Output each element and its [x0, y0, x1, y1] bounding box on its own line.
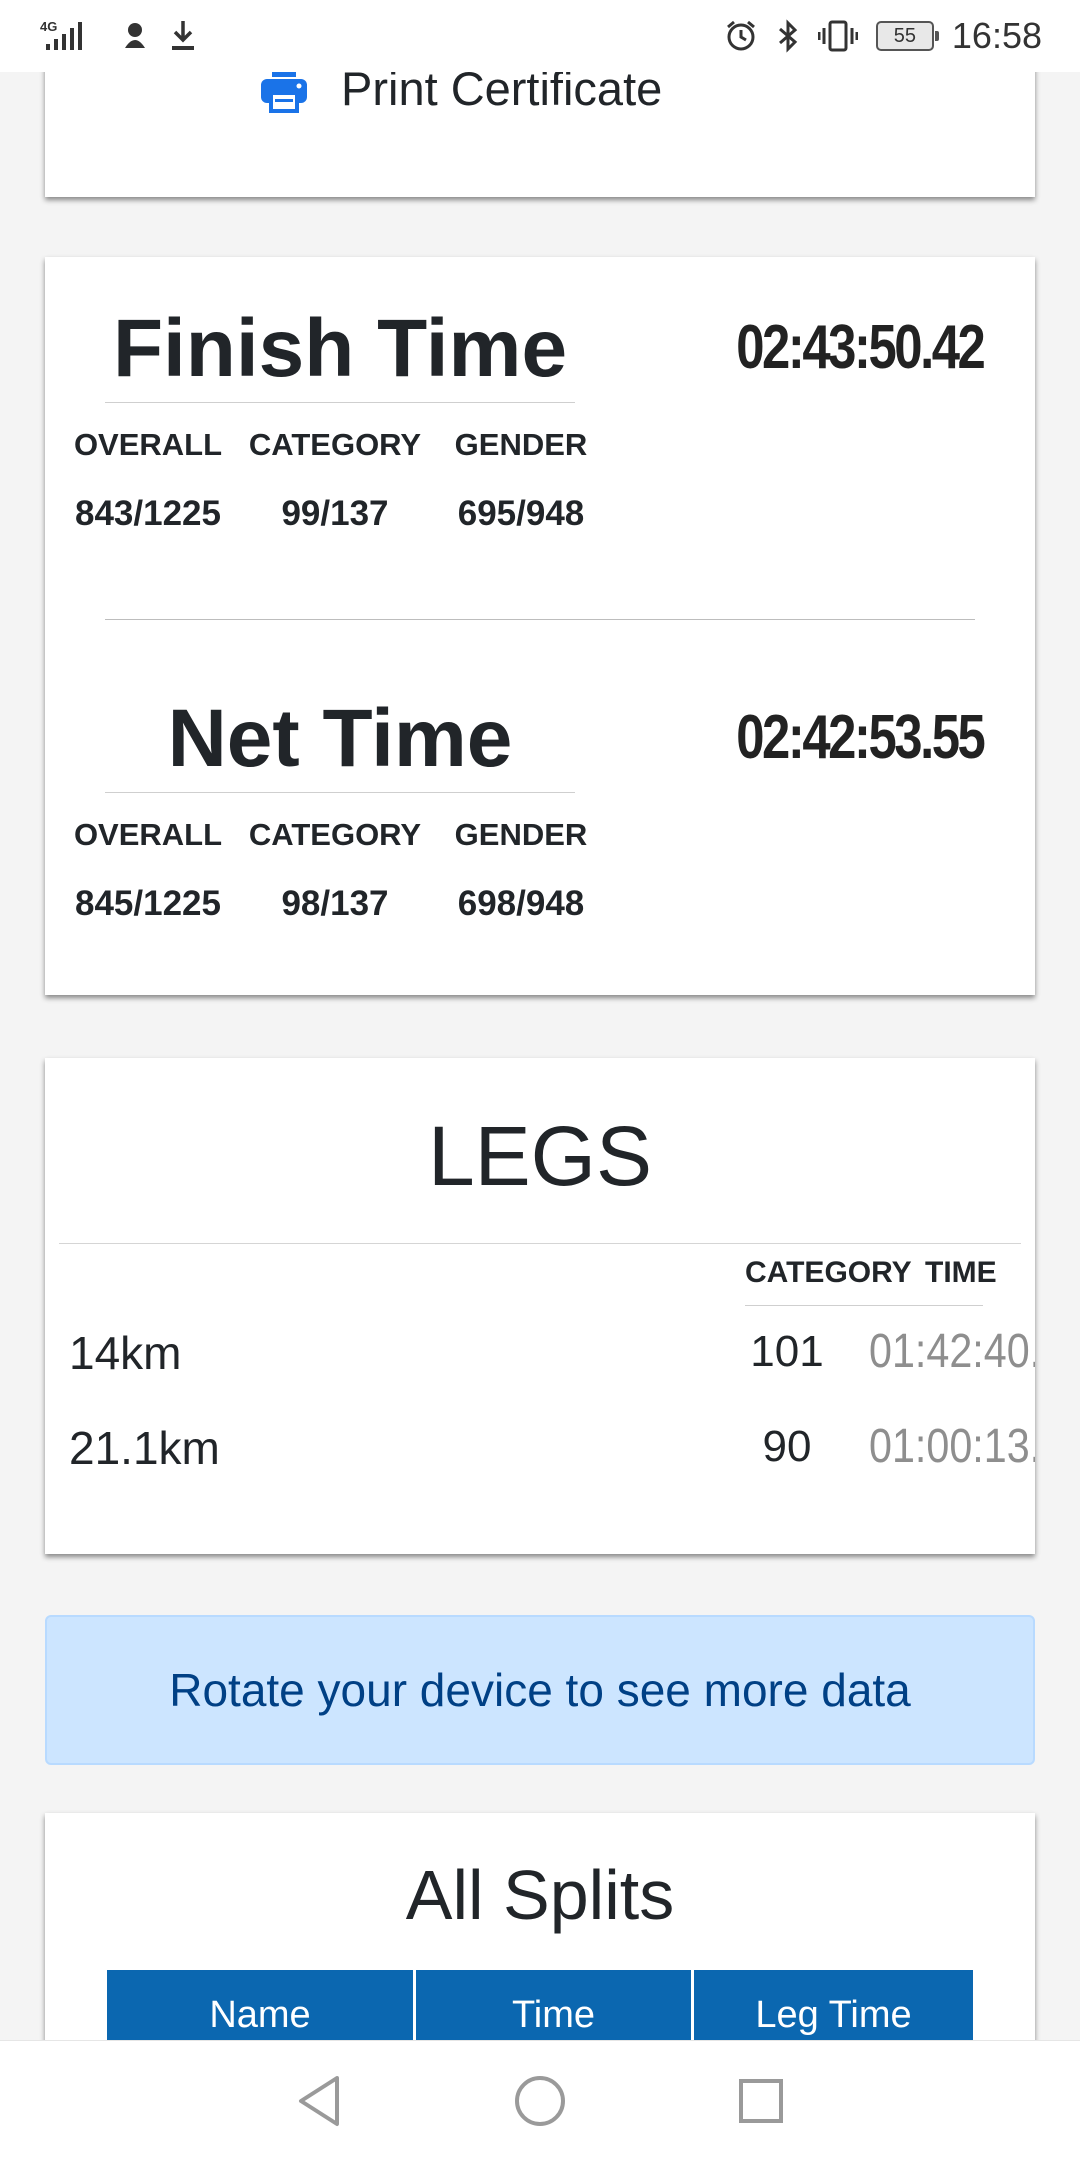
splits-table-header: Name Time Leg Time	[107, 1970, 973, 2050]
recents-icon[interactable]	[737, 2077, 785, 2125]
legs-time-header: TIME	[925, 1256, 997, 1289]
splits-title: All Splits	[405, 1856, 675, 1934]
finish-overall-value: 843/1225	[75, 494, 221, 533]
home-icon[interactable]	[513, 2074, 567, 2128]
vibrate-icon	[817, 19, 858, 53]
leg-category: 101	[750, 1327, 824, 1376]
splits-column-name[interactable]: Name	[107, 1970, 416, 2050]
finish-overall-header: OVERALL	[73, 427, 223, 462]
net-overall-value: 845/1225	[75, 884, 221, 923]
splits-column-time[interactable]: Time	[416, 1970, 694, 2050]
net-time-value: 02:42:53.55	[735, 703, 986, 772]
svg-text:4G: 4G	[40, 19, 57, 34]
battery-level: 55	[893, 24, 917, 47]
finish-category-header: CATEGORY	[248, 427, 422, 462]
rotate-device-alert: Rotate your device to see more data	[45, 1615, 1035, 1765]
finish-time-title: Finish Time	[112, 303, 568, 394]
net-overall-header: OVERALL	[73, 817, 223, 852]
net-gender-header: GENDER	[454, 817, 588, 852]
finish-gender-header: GENDER	[454, 427, 588, 462]
legs-title: LEGS	[427, 1109, 653, 1203]
net-time-title: Net Time	[167, 693, 513, 784]
splits-column-leg-time[interactable]: Leg Time	[694, 1970, 973, 2050]
leg-name: 21.1km	[69, 1422, 220, 1474]
leg-time: 01:00:13.46	[869, 1420, 1035, 1473]
finish-title-rule	[105, 402, 575, 403]
legs-card: LEGS CATEGORY TIME 14km 101 01:42:40.09 …	[45, 1058, 1035, 1554]
back-icon[interactable]	[295, 2074, 343, 2128]
leg-name: 14km	[69, 1327, 182, 1379]
legs-header-rule	[745, 1305, 983, 1306]
finish-time-value: 02:43:50.42	[735, 313, 986, 382]
status-left: 4G	[40, 18, 198, 54]
splits-card: All Splits Name Time Leg Time	[45, 1813, 1035, 2073]
clock: 16:58	[951, 15, 1042, 56]
net-category-value: 98/137	[281, 884, 389, 923]
leg-time: 01:42:40.09	[869, 1325, 1035, 1378]
status-right: 55 16:58	[724, 15, 1042, 57]
bluetooth-icon	[776, 19, 800, 53]
alarm-icon	[724, 19, 758, 53]
legs-title-rule	[59, 1243, 1021, 1244]
times-card: Finish Time 02:43:50.42 OVERALL CATEGORY…	[45, 257, 1035, 995]
times-divider	[105, 619, 975, 620]
battery-icon: 55	[875, 21, 939, 51]
net-title-rule	[105, 792, 575, 793]
download-icon	[168, 19, 198, 53]
legs-category-header: CATEGORY	[745, 1256, 912, 1289]
finish-category-value: 99/137	[281, 494, 389, 533]
net-gender-value: 698/948	[457, 884, 585, 923]
status-bar: 4G 55 16:58	[0, 0, 1080, 72]
leg-category: 90	[762, 1422, 812, 1471]
signal-icon: 4G	[40, 18, 102, 54]
silent-icon	[120, 20, 150, 52]
net-category-header: CATEGORY	[248, 817, 422, 852]
finish-gender-value: 695/948	[457, 494, 585, 533]
navigation-bar	[0, 2040, 1080, 2161]
